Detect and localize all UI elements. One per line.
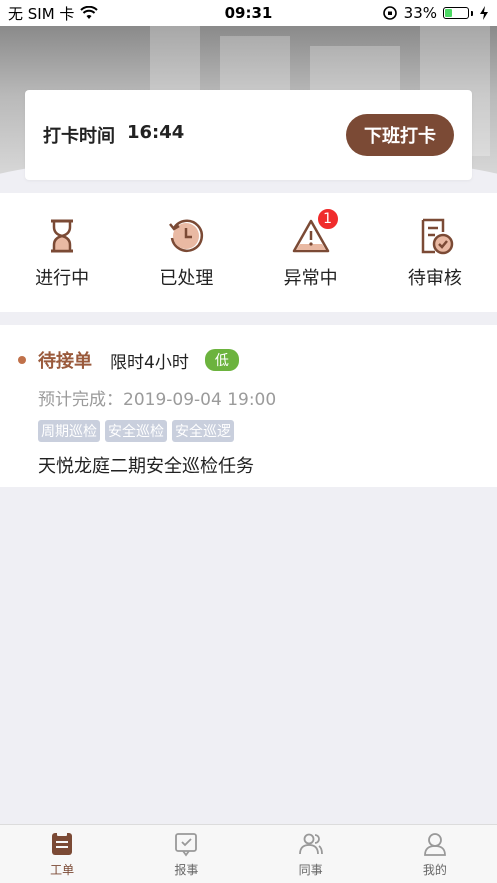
report-icon	[175, 832, 198, 856]
task-tag: 周期巡检	[38, 420, 100, 442]
task-tag: 安全巡逻	[172, 420, 234, 442]
battery-percent: 33%	[403, 4, 437, 22]
task-time-limit: 限时4小时	[110, 352, 189, 373]
status-label: 待审核	[407, 267, 462, 289]
abnormal-count-badge: 1	[316, 207, 339, 230]
carrier-label: 无 SIM 卡	[8, 4, 75, 23]
punch-card: 打卡时间 16:44 下班打卡	[25, 90, 472, 180]
status-dot	[18, 356, 26, 364]
punch-time-label: 打卡时间	[43, 126, 115, 147]
status-label: 进行中	[35, 267, 90, 289]
punch-time-value: 16:44	[127, 122, 185, 143]
task-tag: 安全巡检	[105, 420, 167, 442]
task-tags: 周期巡检 安全巡检 安全巡逻	[38, 420, 479, 442]
status-label: 异常中	[283, 267, 338, 289]
bottom-tab-bar: 工单 报事 同事 我的	[0, 824, 497, 883]
tab-label: 我的	[422, 862, 447, 877]
task-eta: 预计完成：2019-09-04 19:00	[38, 390, 277, 410]
tab-label: 报事	[174, 862, 199, 877]
priority-badge: 低	[204, 349, 239, 371]
profile-icon	[423, 832, 446, 856]
wifi-icon	[80, 6, 99, 19]
task-status: 待接单	[38, 351, 92, 372]
status-label: 已处理	[159, 267, 214, 289]
clock-out-button[interactable]: 下班打卡	[346, 114, 454, 156]
tab-work-order[interactable]: 工单	[0, 825, 124, 883]
tab-label: 工单	[50, 862, 75, 877]
colleagues-icon	[298, 833, 323, 854]
task-card[interactable]: 待接单 限时4小时 低 预计完成：2019-09-04 19:00 周期巡检 安…	[0, 325, 497, 487]
battery-icon	[443, 7, 473, 19]
tab-profile[interactable]: 我的	[373, 825, 497, 883]
status-pending-review[interactable]: 待审核	[373, 193, 497, 312]
history-clock-icon	[169, 219, 204, 252]
status-processed[interactable]: 已处理	[124, 193, 248, 312]
tab-report[interactable]: 报事	[124, 825, 248, 883]
battery-fill	[445, 9, 453, 17]
work-order-icon	[52, 831, 73, 855]
status-abnormal[interactable]: 1 异常中	[249, 193, 373, 312]
tab-colleagues[interactable]: 同事	[249, 825, 373, 883]
hourglass-icon	[51, 219, 74, 252]
charging-icon	[480, 6, 488, 20]
task-title: 天悦龙庭二期安全巡检任务	[38, 456, 254, 477]
orientation-lock-icon	[382, 6, 397, 20]
status-in-progress[interactable]: 进行中	[0, 193, 124, 312]
review-doc-icon	[421, 218, 454, 254]
status-bar: 无 SIM 卡 09:31 33%	[0, 0, 497, 26]
work-order-status-row: 进行中 已处理 1 异常中 待审核	[0, 193, 497, 312]
tab-label: 同事	[298, 862, 323, 877]
